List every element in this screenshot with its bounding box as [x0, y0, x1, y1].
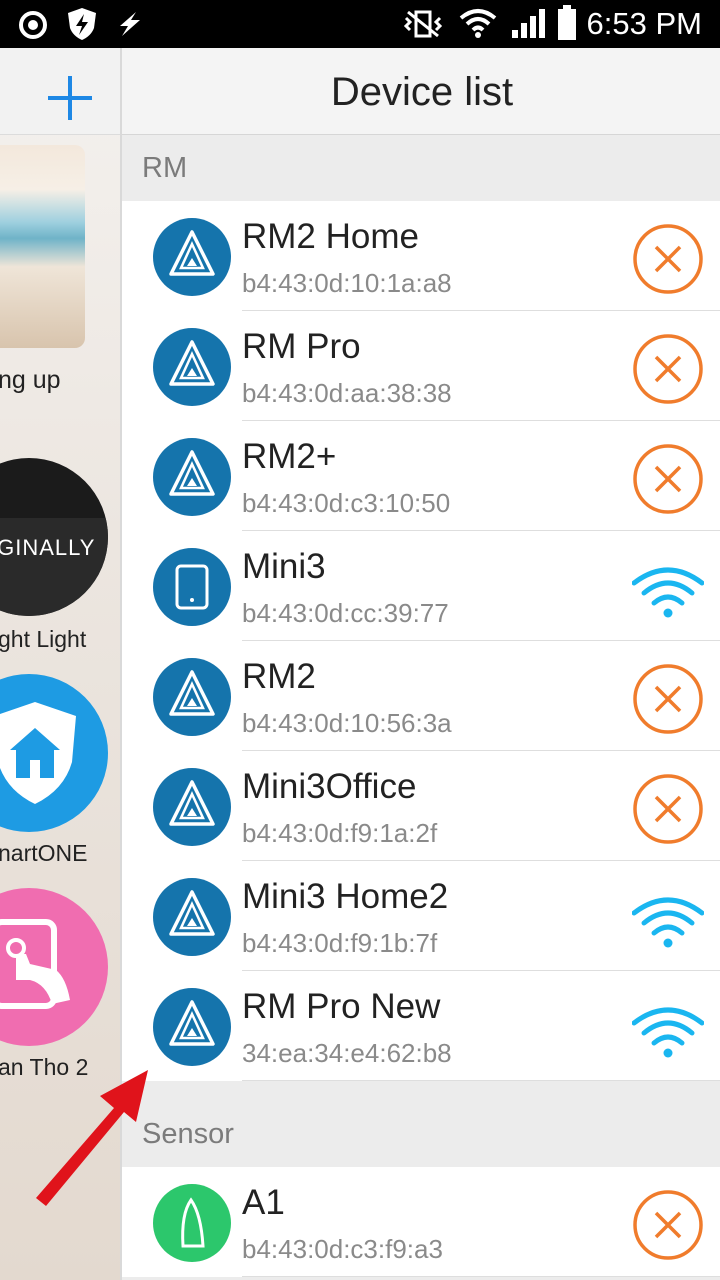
- home-shield-icon: [0, 702, 76, 804]
- mute-vibrate-icon: [403, 10, 443, 38]
- device-name: Mini3Office: [242, 767, 417, 806]
- scene-label: ght Light: [0, 626, 87, 652]
- device-row[interactable]: RM Pro New 34:ea:34:e4:62:b8: [122, 971, 720, 1081]
- section-header-rm: RM: [142, 152, 188, 184]
- device-name: Mini3 Home2: [242, 877, 449, 916]
- tablet-touch-icon: [0, 919, 70, 1009]
- signal-icon: [512, 9, 545, 38]
- device-row[interactable]: Mini3 b4:43:0d:cc:39:77: [122, 531, 720, 641]
- device-row[interactable]: Mini3 Home2 b4:43:0d:f9:1b:7f: [122, 861, 720, 971]
- device-avatar: [153, 548, 231, 626]
- device-avatar: [153, 878, 231, 956]
- device-avatar: [153, 1184, 231, 1262]
- device-name: RM2 Home: [242, 217, 419, 256]
- device-mac-address: b4:43:0d:c3:10:50: [242, 488, 451, 518]
- row-divider: [242, 1276, 720, 1277]
- online-wifi-icon[interactable]: [631, 553, 705, 625]
- rm-triangle-icon: [169, 340, 215, 386]
- device-name: A1: [242, 1183, 285, 1222]
- device-avatar: [153, 438, 231, 516]
- offline-close-icon[interactable]: [632, 773, 704, 845]
- scene-label: ng up: [0, 366, 61, 394]
- device-mac-address: b4:43:0d:10:56:3a: [242, 708, 452, 738]
- device-name: Mini3: [242, 547, 326, 586]
- device-list-panel: Device list RM Sensor RM2 Home b4:43:0d:1…: [120, 48, 720, 1280]
- rm-triangle-icon: [169, 780, 215, 826]
- scene-thumbnail-light[interactable]: IGINALLY: [0, 458, 108, 616]
- device-mac-address: b4:43:0d:c3:f9:a3: [242, 1234, 443, 1264]
- status-bar: 6:53 PM: [0, 0, 720, 48]
- wifi-status-icon: [459, 9, 497, 38]
- device-row[interactable]: RM2 b4:43:0d:10:56:3a: [122, 641, 720, 751]
- rm-triangle-icon: [169, 670, 215, 716]
- device-name: RM Pro New: [242, 987, 441, 1026]
- add-plus-icon[interactable]: [46, 74, 94, 122]
- scene-label: nartONE: [0, 840, 88, 866]
- device-avatar: [153, 328, 231, 406]
- device-name: RM2+: [242, 437, 337, 476]
- device-name: RM Pro: [242, 327, 361, 366]
- device-avatar: [153, 768, 231, 846]
- battery-icon: [558, 5, 576, 40]
- rm-triangle-icon: [169, 890, 215, 936]
- device-avatar: [153, 658, 231, 736]
- offline-close-icon[interactable]: [632, 443, 704, 515]
- scene-thumbnail-room[interactable]: [0, 145, 85, 348]
- clock-text: 6:53 PM: [586, 6, 702, 41]
- scene-thumbnail-tablet[interactable]: [0, 888, 108, 1046]
- device-mac-address: b4:43:0d:f9:1a:2f: [242, 818, 438, 848]
- pointer-arrow-icon: [36, 1070, 148, 1206]
- offline-close-icon[interactable]: [632, 333, 704, 405]
- shield-bolt-icon: [68, 8, 96, 40]
- mini-device-icon: [175, 564, 209, 610]
- offline-close-icon[interactable]: [632, 223, 704, 295]
- offline-close-icon[interactable]: [632, 1189, 704, 1261]
- row-divider: [242, 1080, 720, 1081]
- device-mac-address: b4:43:0d:aa:38:38: [242, 378, 452, 408]
- device-mac-address: b4:43:0d:cc:39:77: [242, 598, 449, 628]
- device-row[interactable]: RM Pro b4:43:0d:aa:38:38: [122, 311, 720, 421]
- device-mac-address: 34:ea:34:e4:62:b8: [242, 1038, 452, 1068]
- badge-band: [0, 518, 108, 616]
- a1-sensor-icon: [181, 1197, 205, 1248]
- drawer-header: [0, 48, 120, 135]
- online-wifi-icon[interactable]: [631, 993, 705, 1065]
- offline-close-icon[interactable]: [632, 663, 704, 735]
- rm-triangle-icon: [169, 230, 215, 276]
- rm-triangle-icon: [169, 1000, 215, 1046]
- online-wifi-icon[interactable]: [631, 883, 705, 955]
- badge-text: IGINALLY: [0, 535, 96, 560]
- rm-triangle-icon: [169, 450, 215, 496]
- device-mac-address: b4:43:0d:10:1a:a8: [242, 268, 452, 298]
- page-title: Device list: [330, 70, 514, 114]
- device-name: RM2: [242, 657, 316, 696]
- app-header: Device list: [122, 48, 720, 135]
- device-avatar: [153, 988, 231, 1066]
- lightning-icon: [120, 12, 140, 36]
- device-mac-address: b4:43:0d:f9:1b:7f: [242, 928, 438, 958]
- device-row[interactable]: RM2+ b4:43:0d:c3:10:50: [122, 421, 720, 531]
- device-avatar: [153, 218, 231, 296]
- scene-thumbnail-smartone[interactable]: [0, 674, 108, 832]
- device-row[interactable]: Mini3Office b4:43:0d:f9:1a:2f: [122, 751, 720, 861]
- app-notification-icon: [19, 11, 47, 39]
- device-row[interactable]: A1 b4:43:0d:c3:f9:a3: [122, 1167, 720, 1277]
- device-row[interactable]: RM2 Home b4:43:0d:10:1a:a8: [122, 201, 720, 311]
